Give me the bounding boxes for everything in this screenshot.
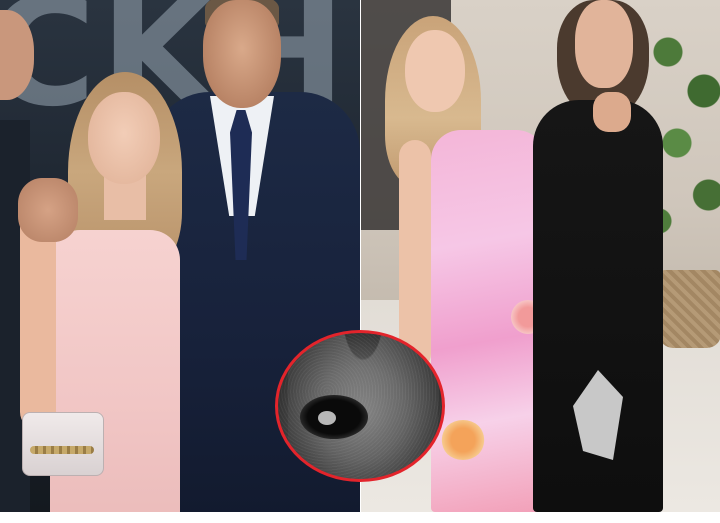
woven-plant-pot: [659, 270, 720, 348]
ultrasound-inset-circle: [275, 330, 445, 482]
girl-face-right: [405, 30, 465, 112]
man-hand-on-shoulder: [18, 178, 78, 242]
photo-collage: CKH: [0, 0, 720, 523]
woman-face: [575, 0, 633, 88]
embryo-shape: [318, 411, 336, 425]
woman-hand-at-chest: [593, 92, 631, 132]
clutch-gold-chain: [30, 446, 94, 454]
girl-face: [88, 92, 160, 184]
dress-orange-flower: [441, 420, 485, 460]
man-face: [203, 0, 281, 108]
white-clutch-bag: [22, 412, 104, 476]
